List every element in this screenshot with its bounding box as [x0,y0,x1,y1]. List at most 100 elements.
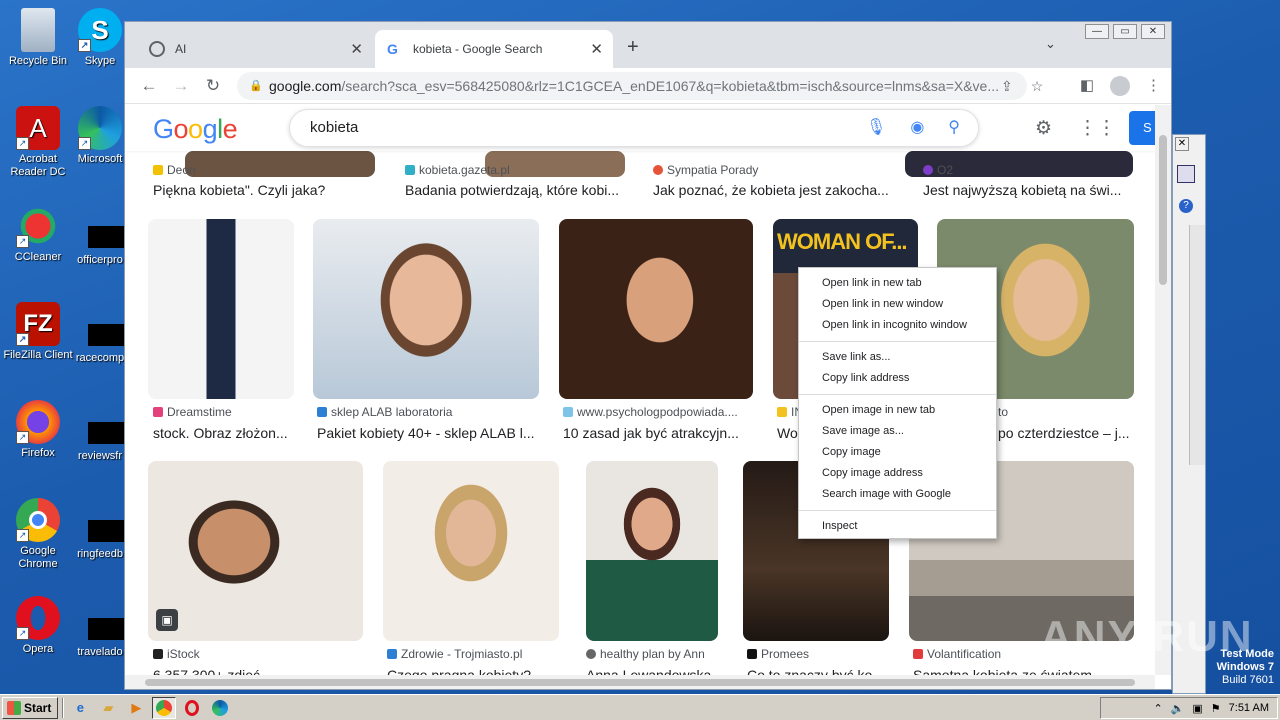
result-title[interactable]: Badania potwierdzają, które kobi... [405,182,640,198]
close-tab-icon[interactable]: ✕ [350,40,363,58]
result-source[interactable]: Zdrowie - Trojmiasto.pl [387,647,563,661]
result-image[interactable] [313,219,539,399]
menu-open-link-new-tab[interactable]: Open link in new tab [799,273,996,294]
result-title[interactable]: Piękna kobieta". Czyli jaka? [153,182,388,198]
action-center-flag-icon[interactable]: ⚑ [1211,702,1221,715]
chrome-shortcut[interactable]: ↗ Google Chrome [0,498,76,571]
result-title[interactable]: Czego pragną kobiety? [387,667,563,675]
ie-icon[interactable]: e [68,697,92,719]
back-button[interactable]: ← [137,74,161,98]
media-player-icon[interactable]: ▶ [124,697,148,719]
minimize-button[interactable]: — [1085,24,1109,39]
profile-avatar[interactable] [1110,76,1130,96]
address-bar[interactable]: 🔒 google.com/search?sca_esv=568425080&rl… [237,72,1027,100]
file-shortcut[interactable]: ringfeedb [70,548,130,561]
result-image[interactable] [559,219,753,399]
menu-open-link-new-window[interactable]: Open link in new window [799,294,996,315]
edge-shortcut[interactable]: ↗ Microsoft [70,106,130,166]
explorer-folder-icon[interactable]: ▰ [96,697,120,719]
scroll-thumb[interactable] [145,679,1135,686]
menu-copy-link-address[interactable]: Copy link address [799,368,996,389]
side-panel-icon[interactable]: ◧ [1080,76,1094,96]
result-title[interactable]: Jak poznać, że kobieta jest zakocha... [653,182,893,198]
firefox-shortcut[interactable]: ↗ Firefox [0,400,76,460]
menu-kebab-icon[interactable]: ⋮ [1146,76,1161,96]
result-title[interactable]: Co to znaczy być ko... [747,667,887,675]
result-source[interactable]: Dreamstime [153,405,303,419]
volume-icon[interactable]: 🔈 [1171,702,1185,715]
microphone-icon[interactable]: 🎙 [866,110,886,146]
new-tab-button[interactable]: + [627,36,639,59]
result-image[interactable] [586,461,718,641]
chrome-taskbar-icon[interactable] [152,696,177,719]
result-source[interactable]: to [998,405,1028,419]
result-image[interactable]: ▣ [148,461,363,641]
result-source[interactable]: Sympatia Porady [653,163,893,177]
file-shortcut[interactable]: officerpro [70,254,130,267]
opera-shortcut[interactable]: ↗ Opera [0,596,76,656]
menu-inspect[interactable]: Inspect [799,516,996,537]
file-shortcut[interactable]: reviewsfr [70,450,130,463]
maximize-button[interactable]: ▭ [1113,24,1137,39]
tray-expand-icon[interactable]: ⌃ [1153,702,1162,715]
forward-button[interactable]: → [169,74,193,98]
search-icon[interactable]: ⚲ [948,110,960,146]
clock[interactable]: 7:51 AM [1229,702,1269,714]
filezilla-shortcut[interactable]: FZ ↗ FileZilla Client [0,302,76,362]
menu-open-image-new-tab[interactable]: Open image in new tab [799,400,996,421]
menu-copy-image-address[interactable]: Copy image address [799,463,996,484]
result-source[interactable]: Deon [153,163,383,177]
result-title[interactable]: stock. Obraz złożon... [153,425,298,441]
horizontal-scrollbar[interactable] [125,675,1155,689]
close-icon[interactable]: ✕ [1175,137,1189,151]
result-source[interactable]: www.psychologpodpowiada.... [563,405,749,419]
start-button[interactable]: Start [2,696,59,719]
file-shortcut[interactable]: travelado [70,646,130,659]
tab-ai[interactable]: AI ✕ [137,30,373,68]
menu-save-link-as[interactable]: Save link as... [799,347,996,368]
bookmark-star-icon[interactable]: ☆ [1031,78,1044,95]
vertical-scrollbar[interactable] [1155,105,1171,675]
result-title[interactable]: Pakiet kobiety 40+ - sklep ALAB l... [317,425,537,441]
file-shortcut[interactable]: racecomp [70,352,130,365]
result-title[interactable]: 6 357 300+ zdjęć... [153,667,358,675]
result-title[interactable]: Anna Lewandowska [586,667,726,675]
acrobat-shortcut[interactable]: A ↗ Acrobat Reader DC [0,106,76,179]
search-icon[interactable] [1177,165,1195,183]
result-source[interactable]: sklep ALAB laboratoria [317,405,537,419]
result-title[interactable]: Samotna kobieta ze światem... [913,667,1133,675]
ccleaner-shortcut[interactable]: ↗ CCleaner [0,204,76,264]
result-source[interactable]: healthy plan by Ann [586,647,726,661]
menu-search-image-google[interactable]: Search image with Google [799,484,996,505]
share-icon[interactable]: ⇪ [1001,78,1013,95]
menu-save-image-as[interactable]: Save image as... [799,421,996,442]
result-source[interactable]: iStock [153,647,353,661]
menu-open-link-incognito[interactable]: Open link in incognito window [799,315,996,336]
result-title[interactable]: 10 zasad jak być atrakcyjn... [563,425,749,441]
google-logo[interactable]: Google [153,114,238,145]
scroll-thumb[interactable] [1159,135,1167,285]
settings-gear-icon[interactable]: ⚙ [1035,117,1052,140]
recycle-bin-shortcut[interactable]: Recycle Bin [0,8,76,68]
close-tab-icon[interactable]: ✕ [590,40,603,58]
reload-button[interactable]: ↻ [201,74,225,98]
menu-copy-image[interactable]: Copy image [799,442,996,463]
tab-google-search[interactable]: G kobieta - Google Search ✕ [375,30,613,68]
skype-shortcut[interactable]: S ↗ Skype [70,8,130,68]
help-icon[interactable]: ? [1179,199,1193,213]
search-input[interactable]: kobieta 🎙 ◉ ⚲ [289,109,979,147]
result-source[interactable]: O2 [923,163,1143,177]
result-title[interactable]: Jest najwyższą kobietą na świ... [923,182,1133,198]
sign-in-button[interactable]: S [1129,111,1155,145]
opera-taskbar-icon[interactable] [180,697,204,719]
tab-search-chevron-icon[interactable]: ⌄ [1045,36,1056,52]
result-title[interactable]: po czterdziestce – j... [998,425,1138,441]
result-source[interactable]: Promees [747,647,893,661]
close-window-button[interactable]: ✕ [1141,24,1165,39]
result-image[interactable] [383,461,559,641]
apps-grid-icon[interactable]: ⋮⋮ [1078,117,1116,140]
network-icon[interactable]: ▣ [1192,702,1202,715]
scrollbar[interactable] [1189,225,1205,465]
lens-icon[interactable]: ◉ [910,110,924,146]
result-image[interactable] [148,219,294,399]
